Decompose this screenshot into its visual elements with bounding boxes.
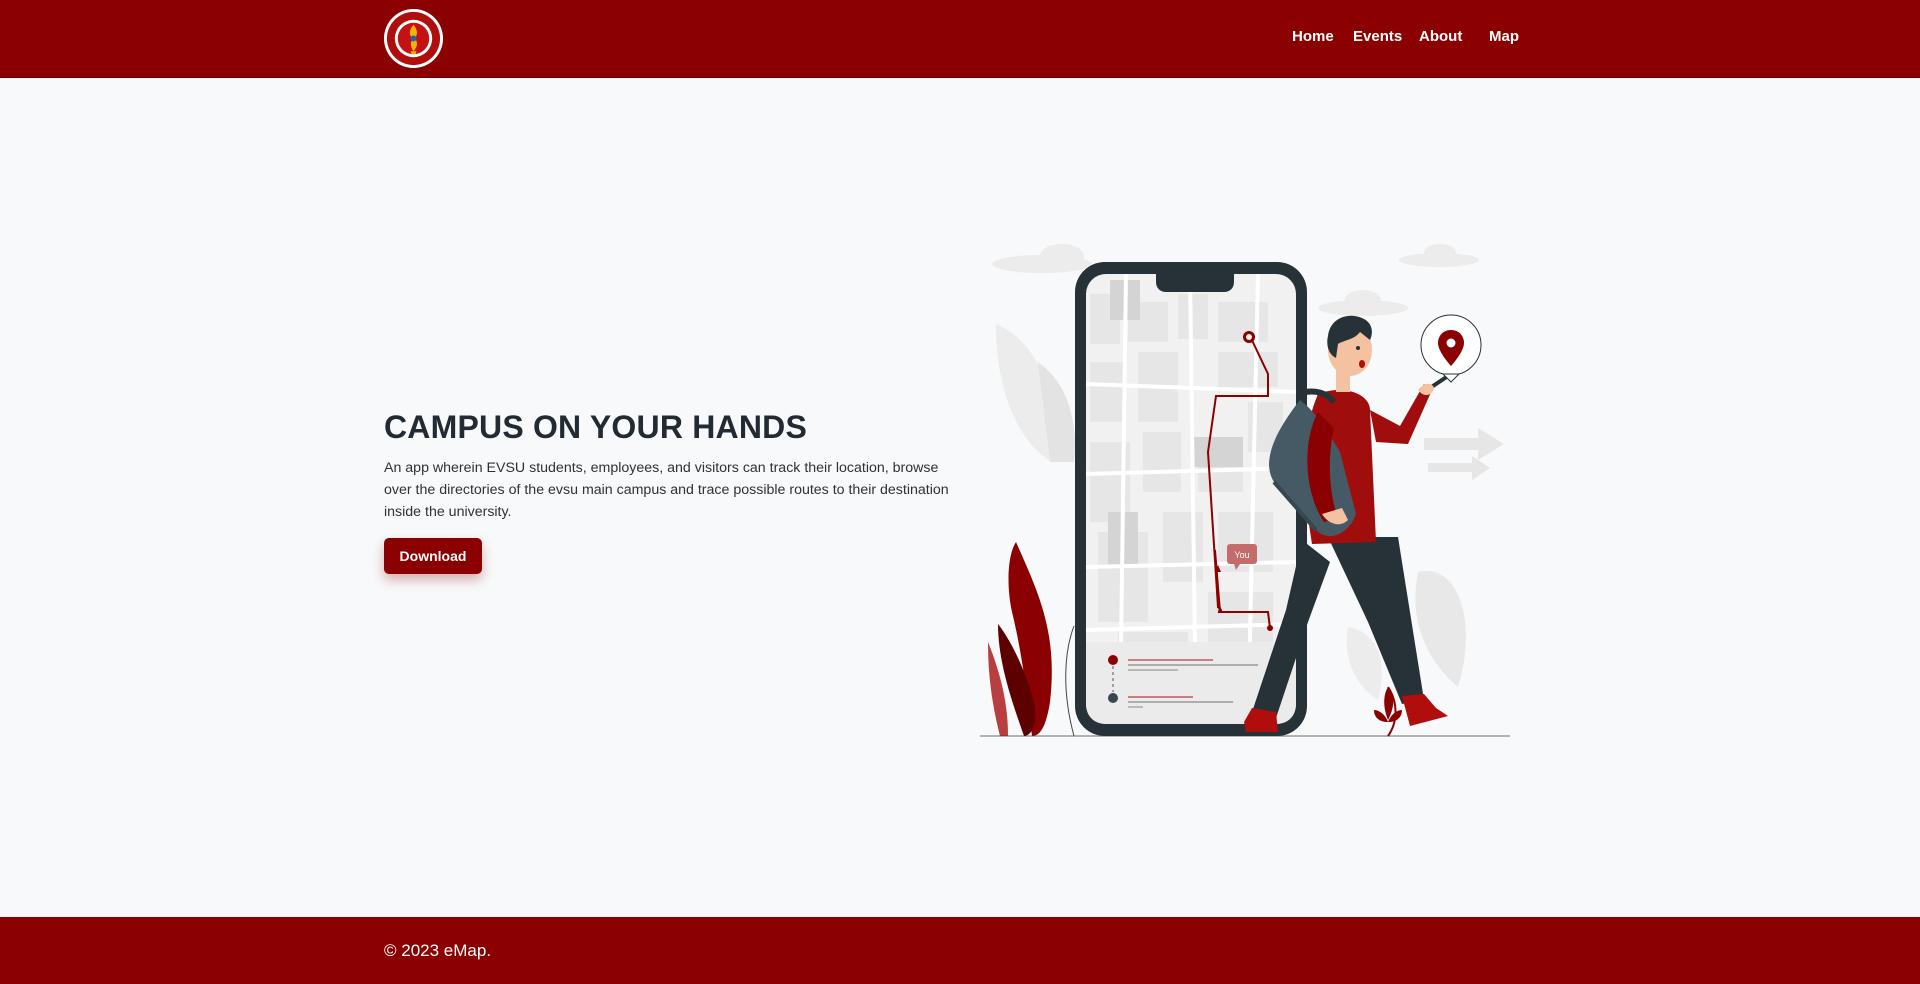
you-label: You — [1234, 550, 1249, 560]
download-button[interactable]: Download — [384, 538, 482, 574]
nav-home-link[interactable]: Home — [1292, 28, 1334, 45]
hero-description: An app wherein EVSU students, employees,… — [384, 460, 949, 520]
person-with-phone-map-illustration-icon: You — [980, 244, 1510, 737]
copyright-text: © 2023 eMap. — [384, 941, 492, 960]
nav-about-link[interactable]: About — [1419, 28, 1462, 45]
nav-events-link[interactable]: Events — [1353, 28, 1402, 45]
hero-title: CAMPUS ON YOUR HANDS — [384, 409, 807, 445]
navbar: Home Events About Map — [0, 0, 1920, 78]
footer: © 2023 eMap. — [0, 917, 1920, 984]
nav-map-link[interactable]: Map — [1489, 28, 1519, 45]
university-seal-logo-icon[interactable] — [383, 8, 444, 69]
